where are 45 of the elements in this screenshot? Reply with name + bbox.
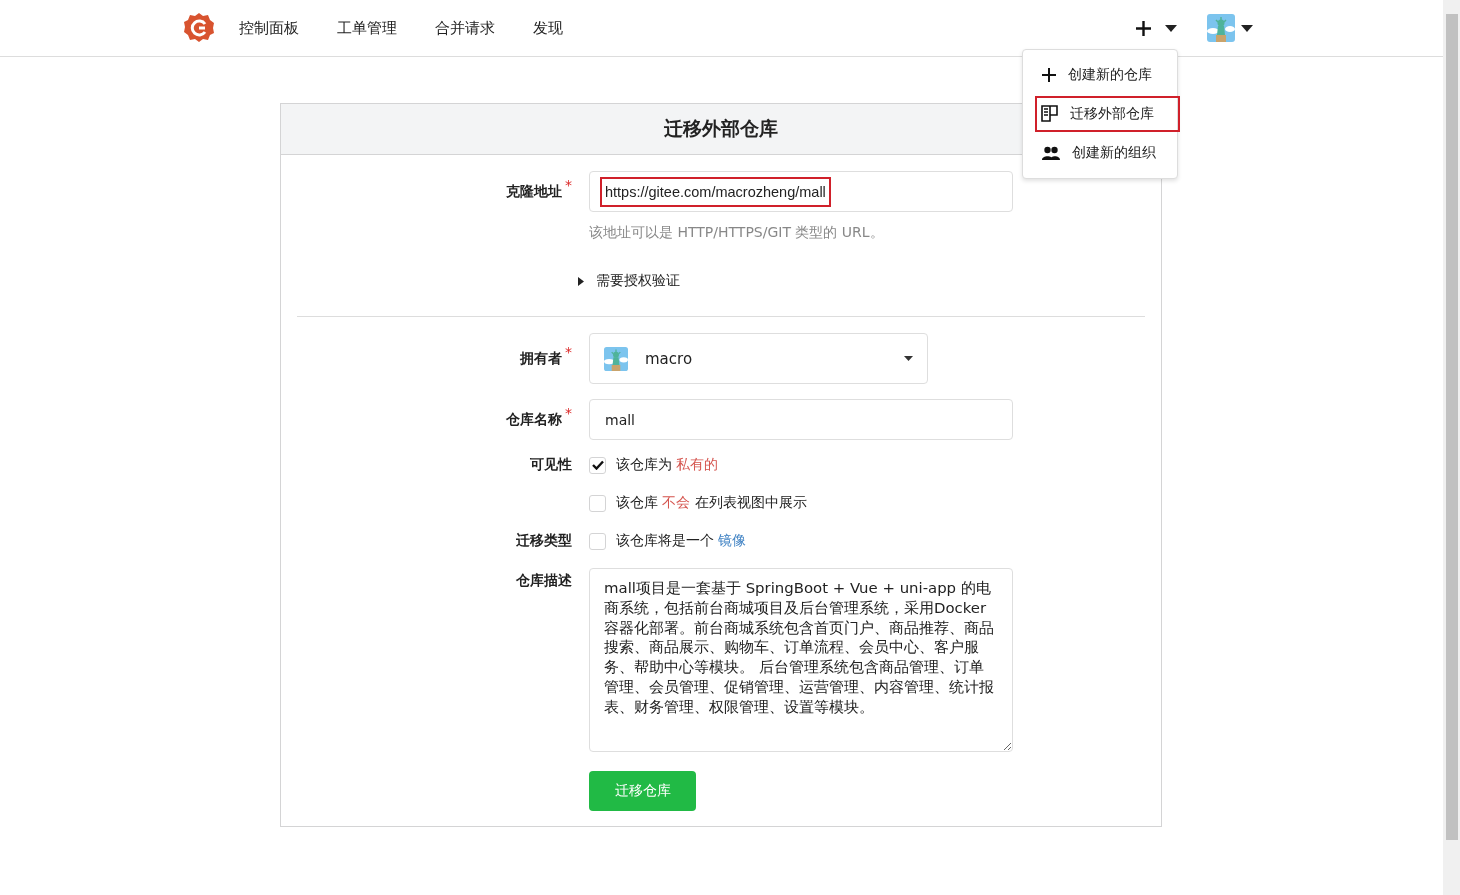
- scrollbar-thumb[interactable]: [1445, 14, 1458, 840]
- clone-url-field[interactable]: https://gitee.com/macrozheng/mall: [589, 171, 1013, 212]
- menu-item[interactable]: 创建新的仓库: [1023, 57, 1177, 93]
- nav-link[interactable]: 合并请求: [435, 18, 495, 38]
- checkbox[interactable]: [589, 532, 606, 550]
- avatar-icon: [604, 346, 628, 371]
- repo-icon: [1040, 105, 1058, 123]
- avatar-icon: [1207, 14, 1235, 42]
- nav-link[interactable]: 发现: [533, 18, 563, 38]
- required-mark: *: [565, 176, 572, 193]
- plus-icon: [1042, 68, 1056, 82]
- caret-icon: [1241, 24, 1253, 32]
- form-title: 迁移外部仓库: [664, 116, 778, 141]
- auth-toggle[interactable]: 需要授权验证: [578, 272, 680, 290]
- caret-icon: [904, 356, 913, 361]
- help-text: 该地址可以是 HTTP/HTTPS/GIT 类型的 URL。: [589, 224, 885, 242]
- people-icon: [1042, 146, 1060, 160]
- field-label: 仓库名称: [506, 410, 562, 429]
- option-label: 该仓库为 私有的: [616, 456, 719, 474]
- nav-link[interactable]: 控制面板: [239, 18, 299, 38]
- field-label: 克隆地址: [506, 182, 562, 201]
- repo-name-field[interactable]: mall: [589, 399, 1013, 440]
- field-label: 拥有者: [520, 349, 562, 368]
- caret-icon: [1165, 24, 1177, 32]
- field-label: 仓库描述: [516, 572, 572, 590]
- option-label: 该仓库将是一个 镜像: [616, 532, 747, 550]
- field-label: 可见性: [530, 456, 572, 474]
- option-label: 该仓库 不会 在列表视图中展示: [616, 494, 807, 512]
- create-button[interactable]: [1136, 20, 1177, 36]
- required-mark: *: [565, 343, 572, 360]
- logo-icon[interactable]: [183, 12, 215, 44]
- caret-icon: [578, 276, 584, 286]
- menu-item[interactable]: 迁移外部仓库: [1035, 96, 1180, 132]
- menu-item[interactable]: 创建新的组织: [1023, 135, 1177, 171]
- nav-link[interactable]: 工单管理: [337, 18, 397, 38]
- checkbox[interactable]: [589, 494, 606, 512]
- plus-icon: [1136, 20, 1151, 36]
- required-mark: *: [565, 404, 572, 421]
- checkbox[interactable]: [589, 456, 606, 474]
- field-label: 迁移类型: [516, 532, 572, 550]
- user-menu-button[interactable]: [1207, 14, 1253, 42]
- check-icon: [591, 460, 604, 470]
- description-field[interactable]: mall项目是一套基于 SpringBoot + Vue + uni-app 的电商系统，包括前台商城项目及后台管理系统，采用Docker容器化部署。前台商城系统包含首页门户、商品推荐、商品搜索、商品展示、购物车、订单流程、会员中心、客户服务、帮助中心等模块。 后台管理系统包含商品管理、订单管理、会员管理、促销管理、运营管理、内容管理、统计报表、财务管理、权限管理、设置等模块。: [589, 568, 1013, 752]
- mirror-link[interactable]: 镜像: [718, 532, 747, 548]
- owner-dropdown[interactable]: macro: [589, 333, 928, 384]
